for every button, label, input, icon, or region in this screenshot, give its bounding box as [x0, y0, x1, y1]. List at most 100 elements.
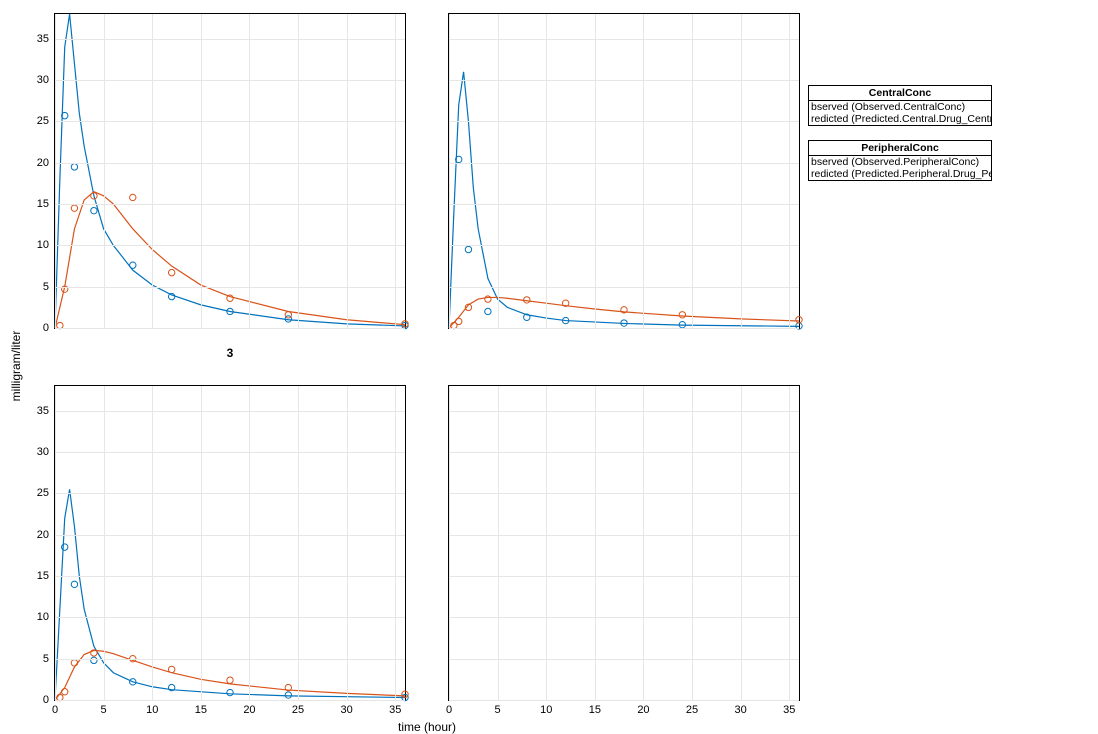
predicted-line [55, 489, 405, 700]
gridline-h [55, 121, 405, 122]
gridline-v [692, 14, 693, 328]
gridline-h [55, 535, 405, 536]
observed-marker [71, 205, 77, 211]
ytick-label: 30 [37, 74, 49, 86]
gridline-h [449, 328, 799, 329]
subplot-1-series [55, 14, 405, 328]
gridline-h [55, 163, 405, 164]
xtick-label: 30 [735, 704, 747, 716]
gridline-h [449, 39, 799, 40]
ytick-label: 10 [37, 611, 49, 623]
xtick-label: 0 [446, 704, 452, 716]
gridline-v [104, 14, 105, 328]
gridline-v [789, 14, 790, 328]
xtick-label: 20 [243, 704, 255, 716]
xtick-label: 35 [783, 704, 795, 716]
gridline-v [643, 14, 644, 328]
observed-marker [285, 312, 291, 318]
xtick-label: 5 [495, 704, 501, 716]
ytick-label: 0 [43, 322, 49, 334]
gridline-h [449, 287, 799, 288]
gridline-v [595, 386, 596, 700]
observed-marker [71, 581, 77, 587]
figure: 3 05101520253035 05101520253035051015202… [0, 0, 1098, 732]
gridline-v [643, 386, 644, 700]
gridline-v [249, 386, 250, 700]
gridline-v [152, 14, 153, 328]
gridline-v [249, 14, 250, 328]
xtick-label: 35 [389, 704, 401, 716]
gridline-v [741, 386, 742, 700]
ytick-label: 25 [37, 487, 49, 499]
predicted-line [449, 72, 799, 328]
gridline-v [449, 14, 450, 328]
ytick-label: 35 [37, 33, 49, 45]
gridline-h [55, 493, 405, 494]
gridline-v [395, 386, 396, 700]
observed-marker [227, 677, 233, 683]
ytick-label: 30 [37, 446, 49, 458]
ytick-label: 0 [43, 694, 49, 706]
ytick-label: 35 [37, 405, 49, 417]
xtick-label: 15 [195, 704, 207, 716]
gridline-v [201, 386, 202, 700]
gridline-v [201, 14, 202, 328]
gridline-h [449, 659, 799, 660]
observed-marker [71, 164, 77, 170]
ytick-label: 25 [37, 115, 49, 127]
gridline-v [298, 386, 299, 700]
gridline-v [546, 14, 547, 328]
gridline-v [498, 386, 499, 700]
xtick-label: 5 [101, 704, 107, 716]
predicted-line [55, 14, 405, 328]
observed-marker [465, 246, 471, 252]
gridline-h [55, 328, 405, 329]
gridline-v [789, 386, 790, 700]
legend-central-title: CentralConc [809, 86, 991, 101]
gridline-h [55, 452, 405, 453]
legend-peripheral-row-0: bserved (Observed.PeripheralConc) [809, 156, 991, 168]
gridline-h [55, 204, 405, 205]
gridline-h [449, 121, 799, 122]
gridline-h [55, 576, 405, 577]
ytick-label: 10 [37, 239, 49, 251]
gridline-h [55, 617, 405, 618]
observed-marker [679, 312, 685, 318]
legend-central: CentralConc bserved (Observed.CentralCon… [808, 85, 992, 126]
ylabel: milligram/liter [9, 331, 23, 402]
gridline-h [449, 493, 799, 494]
gridline-v [741, 14, 742, 328]
gridline-v [395, 14, 396, 328]
gridline-v [546, 386, 547, 700]
gridline-h [449, 411, 799, 412]
gridline-h [449, 80, 799, 81]
subplot-2-series [449, 14, 799, 328]
ytick-label: 20 [37, 529, 49, 541]
predicted-line [55, 192, 405, 328]
legend-central-row-1: redicted (Predicted.Central.Drug_Central… [809, 113, 991, 125]
gridline-h [449, 535, 799, 536]
observed-marker [91, 207, 97, 213]
gridline-h [449, 576, 799, 577]
gridline-h [55, 245, 405, 246]
observed-marker [485, 308, 491, 314]
gridline-v [152, 386, 153, 700]
xtick-label: 0 [52, 704, 58, 716]
gridline-h [449, 204, 799, 205]
gridline-h [449, 617, 799, 618]
xtick-label: 25 [686, 704, 698, 716]
ytick-label: 20 [37, 157, 49, 169]
gridline-h [449, 245, 799, 246]
xtick-label: 30 [341, 704, 353, 716]
legend-peripheral: PeripheralConc bserved (Observed.Periphe… [808, 140, 992, 181]
legend-central-row-0: bserved (Observed.CentralConc) [809, 101, 991, 113]
gridline-v [298, 14, 299, 328]
gridline-h [55, 411, 405, 412]
ytick-label: 15 [37, 198, 49, 210]
legend-peripheral-title: PeripheralConc [809, 141, 991, 156]
gridline-h [449, 700, 799, 701]
xtick-label: 20 [637, 704, 649, 716]
observed-marker [227, 689, 233, 695]
subplot-4: 05101520253035 [448, 385, 800, 701]
xtick-label: 10 [540, 704, 552, 716]
